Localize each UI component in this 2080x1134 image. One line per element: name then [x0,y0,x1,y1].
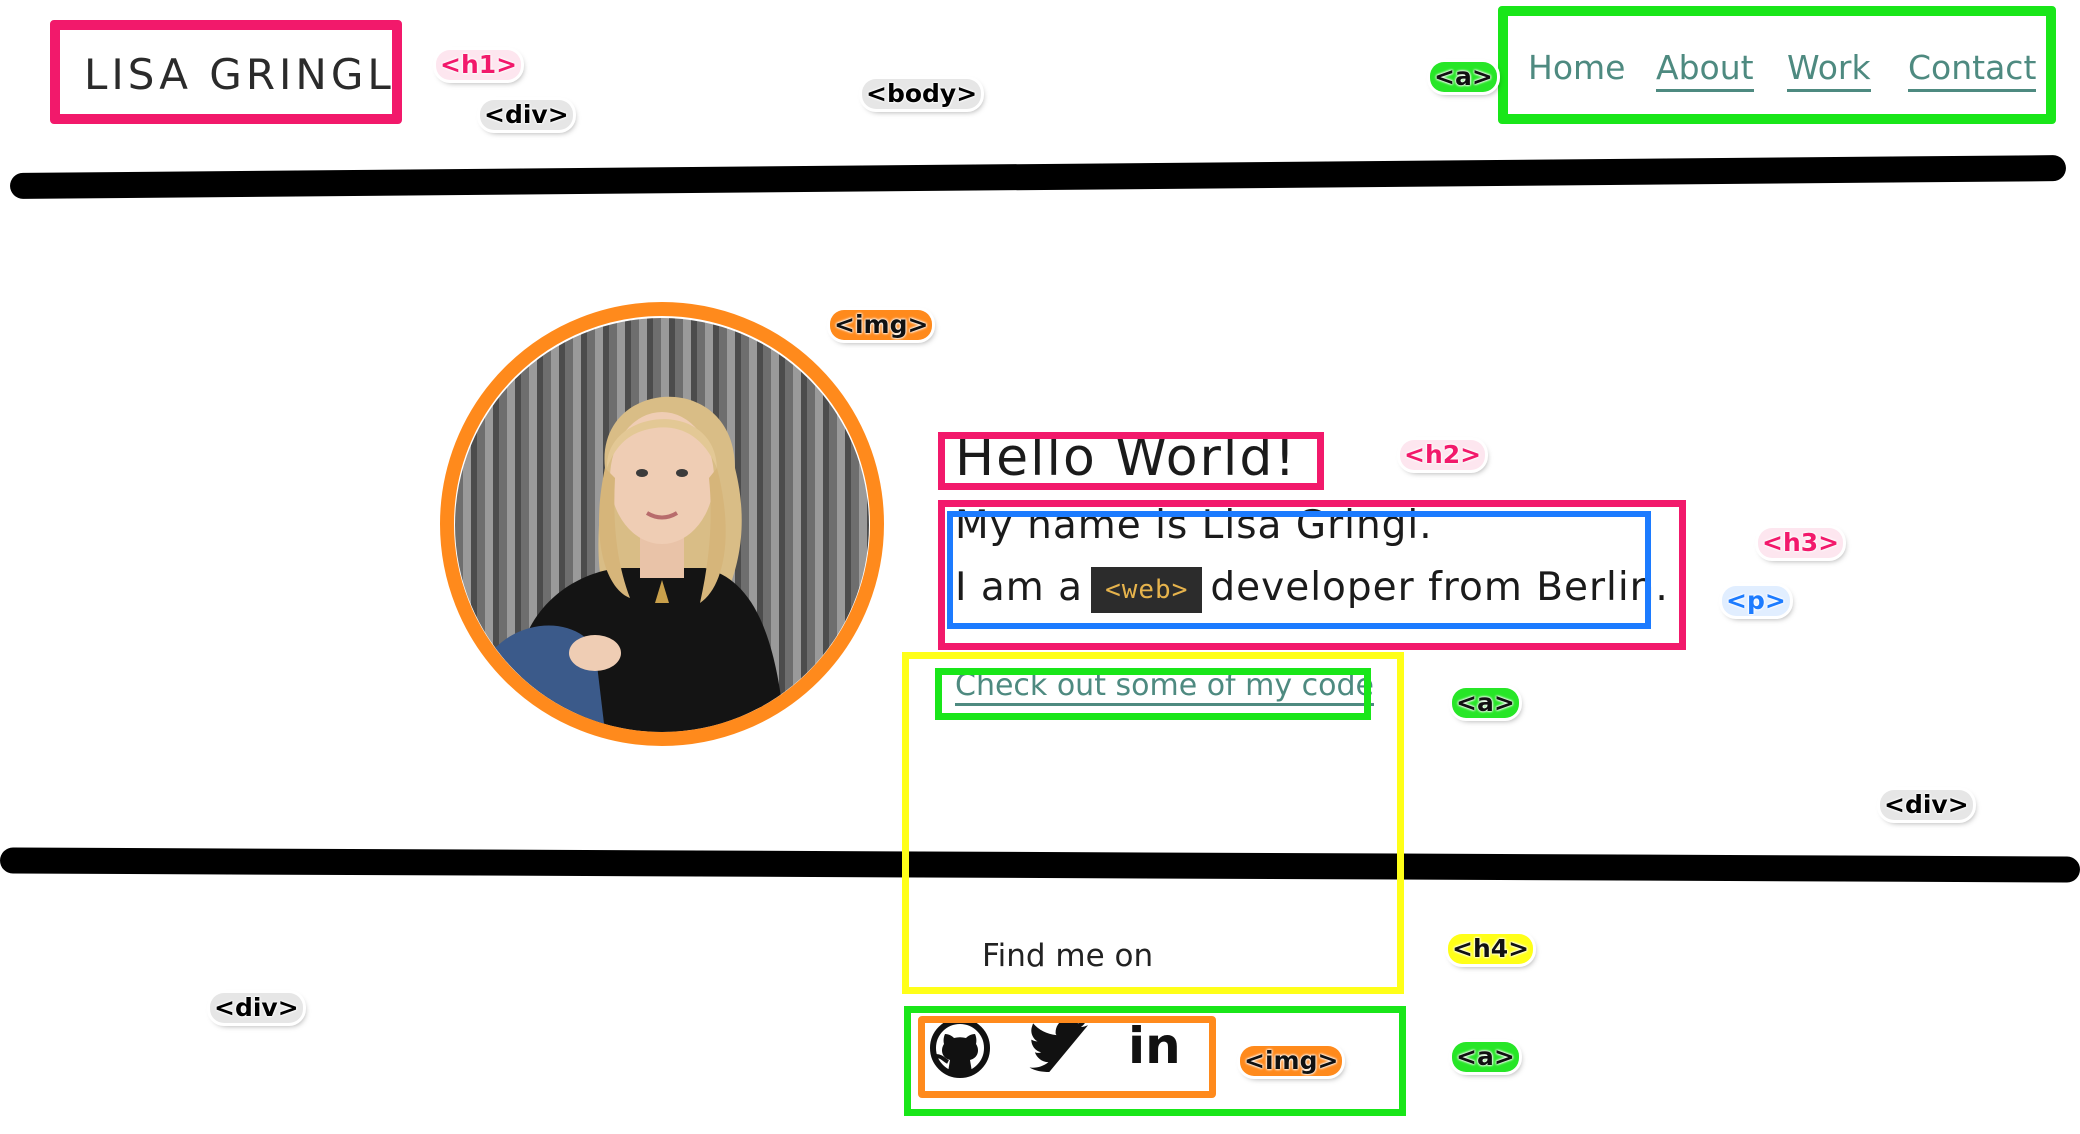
p-annotation-box [947,511,1651,629]
img-avatar-annotation-ring [440,302,884,746]
find-me-heading: Find me on [982,938,1154,974]
h1-annotation-box [50,20,402,124]
div-footer-tag: <div> [210,993,303,1023]
h4-tag: <h4> [1448,934,1534,964]
nav-annotation-box [1498,6,2056,124]
body-tag: <body> [862,79,982,109]
a-social-tag: <a> [1452,1042,1519,1072]
p-tag: <p> [1722,586,1790,616]
h1-tag: <h1> [436,50,522,80]
a-social-annotation-box [904,1006,1406,1116]
top-divider [9,155,2067,199]
a-nav-tag: <a> [1430,62,1497,92]
h3-tag: <h3> [1758,528,1844,558]
a-code-tag: <a> [1452,688,1519,718]
h2-tag: <h2> [1400,440,1486,470]
div-main-tag: <div> [1880,790,1973,820]
img-avatar-tag: <img> [830,310,933,340]
div-header-tag: <div> [480,100,573,130]
h2-annotation-box [938,432,1324,490]
